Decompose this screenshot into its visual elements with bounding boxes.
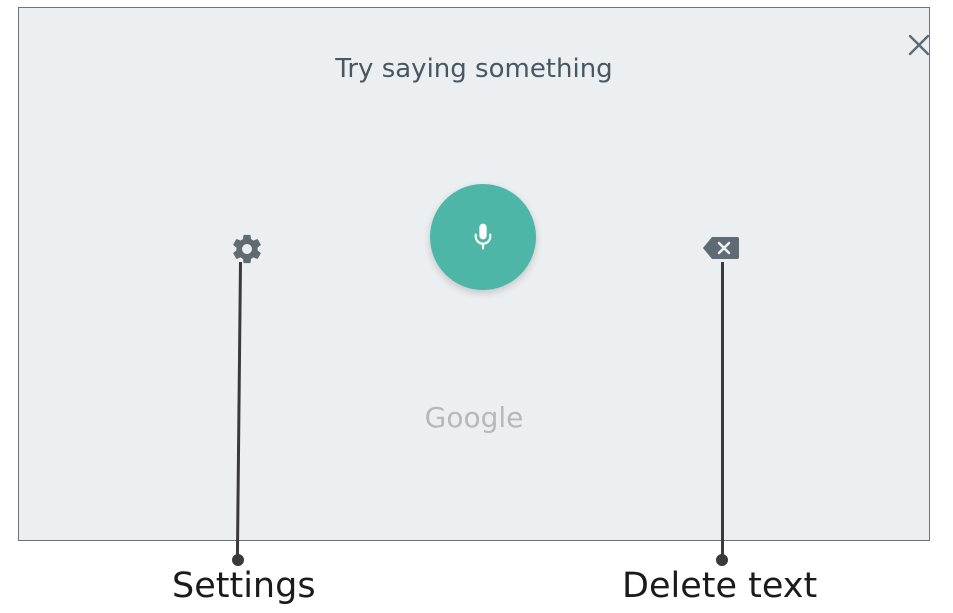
delete-callout-label: Delete text [622,566,818,606]
settings-callout-dot [232,554,244,566]
voice-input-panel: Try saying something Google [18,7,930,541]
settings-callout-label: Settings [172,566,316,606]
microphone-button[interactable] [430,184,536,290]
settings-button[interactable] [230,232,264,266]
delete-text-button[interactable] [701,234,741,262]
gear-icon [233,234,261,264]
close-button[interactable] [904,30,934,60]
microphone-icon [474,223,492,250]
delete-callout-line [721,262,724,559]
backspace-icon [703,237,739,259]
google-wordmark: Google [424,401,524,434]
close-icon [908,34,930,56]
delete-callout-dot [716,554,728,566]
prompt-text: Try saying something [335,54,613,84]
